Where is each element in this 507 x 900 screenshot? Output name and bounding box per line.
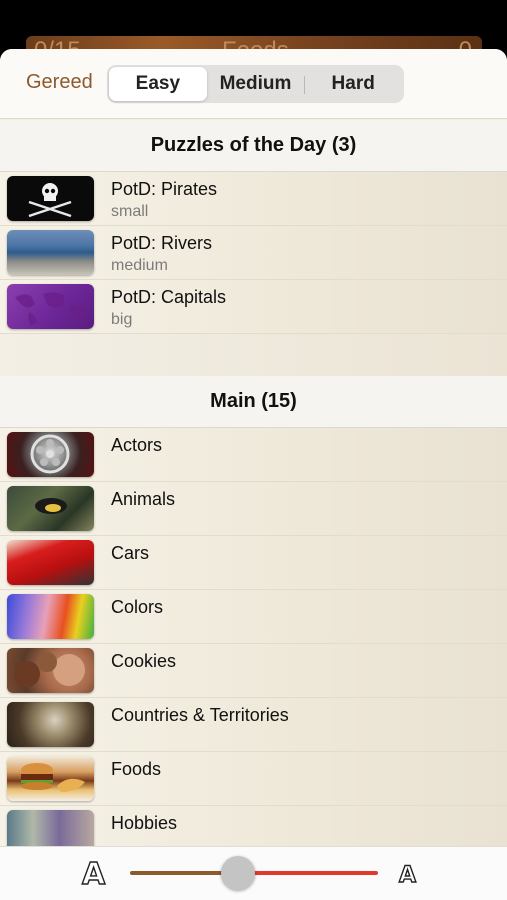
segment-hard[interactable]: Hard bbox=[304, 67, 402, 101]
segment-easy[interactable]: Easy bbox=[109, 67, 207, 101]
list-item-foods[interactable]: Foods bbox=[0, 752, 507, 806]
done-button[interactable]: Gereed bbox=[26, 71, 93, 94]
difficulty-segmented-control: Easy Medium Hard bbox=[107, 65, 404, 103]
list-item-actors[interactable]: Actors bbox=[0, 428, 507, 482]
item-title: PotD: Capitals bbox=[111, 287, 227, 307]
list-item-cars[interactable]: Cars bbox=[0, 536, 507, 590]
small-text-icon: A bbox=[398, 862, 417, 888]
item-title: Cars bbox=[111, 543, 150, 563]
section-header-main: Main (15) bbox=[0, 376, 507, 428]
item-size: medium bbox=[111, 257, 168, 274]
item-title: Colors bbox=[111, 597, 164, 617]
list-item-capitals[interactable]: PotD: Capitals big bbox=[0, 280, 507, 334]
top-toolbar: Gereed Easy Medium Hard bbox=[0, 49, 507, 119]
puzzle-picker-sheet: Gereed Easy Medium Hard Puzzles of the D… bbox=[0, 49, 507, 900]
penguin-photo-icon bbox=[7, 486, 94, 531]
item-title: Countries & Territories bbox=[111, 705, 289, 725]
list-item-rivers[interactable]: PotD: Rivers medium bbox=[0, 226, 507, 280]
globe-photo-icon bbox=[7, 702, 94, 747]
text-size-slider-knob[interactable] bbox=[221, 856, 255, 890]
segment-medium[interactable]: Medium bbox=[207, 67, 305, 101]
list-item-animals[interactable]: Animals bbox=[0, 482, 507, 536]
film-reel-icon bbox=[7, 432, 94, 477]
list-item-cookies[interactable]: Cookies bbox=[0, 644, 507, 698]
item-title: Hobbies bbox=[111, 813, 178, 833]
slider-track-remaining bbox=[240, 871, 378, 875]
item-title: PotD: Rivers bbox=[111, 233, 213, 253]
river-photo-icon bbox=[7, 230, 94, 275]
item-size: big bbox=[111, 311, 133, 328]
world-map-icon bbox=[7, 284, 94, 329]
section-spacer bbox=[0, 334, 507, 376]
puzzle-list: Puzzles of the Day (3) PotD: Pirates sma… bbox=[0, 120, 507, 860]
item-title: Cookies bbox=[111, 651, 177, 671]
burger-photo-icon bbox=[7, 756, 94, 801]
list-item-countries[interactable]: Countries & Territories bbox=[0, 698, 507, 752]
color-gradient-icon bbox=[7, 594, 94, 639]
list-item-colors[interactable]: Colors bbox=[0, 590, 507, 644]
large-text-icon: A bbox=[81, 856, 106, 892]
cookies-photo-icon bbox=[7, 648, 94, 693]
item-title: Animals bbox=[111, 489, 176, 509]
pirate-flag-icon bbox=[7, 176, 94, 221]
list-item-pirates[interactable]: PotD: Pirates small bbox=[0, 172, 507, 226]
item-title: Foods bbox=[111, 759, 162, 779]
item-title: Actors bbox=[111, 435, 163, 455]
text-size-toolbar: A A bbox=[0, 846, 507, 900]
section-header-potd: Puzzles of the Day (3) bbox=[0, 120, 507, 172]
item-title: PotD: Pirates bbox=[111, 179, 218, 199]
item-size: small bbox=[111, 203, 149, 220]
red-car-photo-icon bbox=[7, 540, 94, 585]
